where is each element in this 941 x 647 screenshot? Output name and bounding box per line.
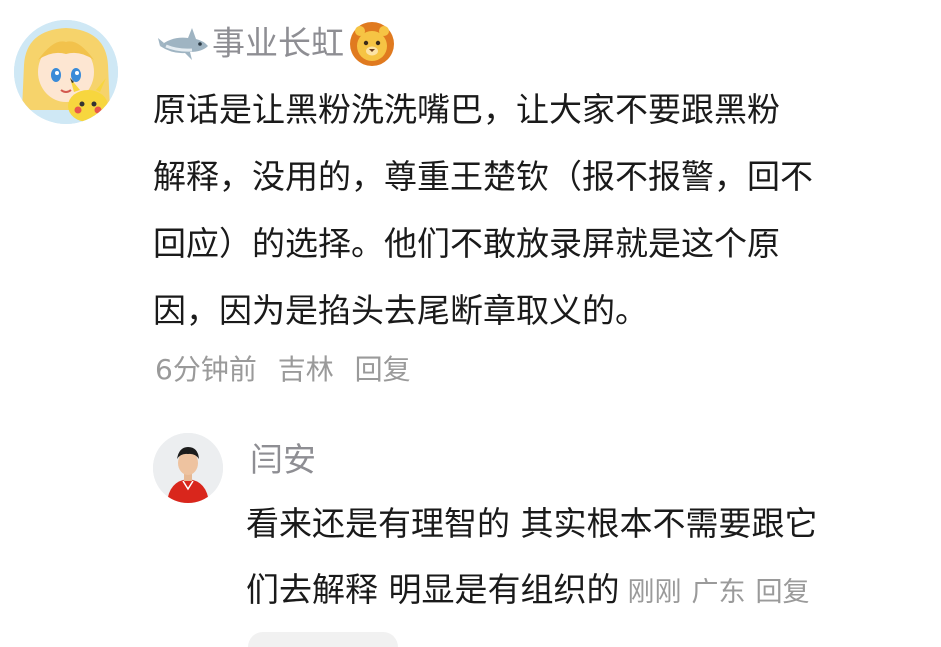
- comment-meta: 6分钟前 吉林 回复: [155, 348, 423, 392]
- reply-username[interactable]: 闫安: [250, 438, 316, 482]
- comment-text-line: 原话是让黑粉洗洗嘴巴，让大家不要跟黑粉: [153, 90, 780, 129]
- comment-text-line: 回应）的选择。他们不敢放录屏就是这个原: [153, 224, 780, 263]
- comment-username-text: 事业长虹: [212, 23, 344, 63]
- comment-thread: 事业长虹 原话是让黑粉洗洗嘴巴，让大家不要跟黑粉 解释，没用的，尊重王楚钦（报不…: [0, 0, 941, 647]
- expand-replies-pill[interactable]: [248, 632, 398, 647]
- shark-icon: [158, 27, 208, 60]
- reply-avatar[interactable]: [153, 433, 223, 503]
- comment-text-line: 因，因为是掐头去尾断章取义的。: [153, 291, 648, 330]
- reply-text-content: 们去解释 明显是有组织的: [246, 570, 620, 609]
- anime-avatar-image: [14, 20, 118, 124]
- reply-text-line: 们去解释 明显是有组织的 刚刚 广东 回复: [246, 556, 941, 627]
- comment-text-line: 解释，没用的，尊重王楚钦（报不报警，回不: [153, 157, 813, 196]
- avatar[interactable]: [14, 20, 118, 124]
- comment-username[interactable]: 事业长虹: [158, 20, 396, 67]
- reply-reply-button[interactable]: 回复: [756, 577, 810, 608]
- comment-time: 6分钟前: [155, 353, 257, 386]
- reply-button[interactable]: 回复: [355, 353, 411, 386]
- lion-face-icon: [350, 21, 394, 66]
- reply-text-line: 看来还是有理智的 其实根本不需要跟它: [246, 504, 818, 543]
- reply-meta: 刚刚 广东 回复: [628, 577, 820, 608]
- reply-location: 广东: [691, 577, 746, 608]
- comment-location: 吉林: [277, 353, 334, 386]
- person-avatar-image: [153, 433, 223, 503]
- reply-time: 刚刚: [627, 577, 682, 608]
